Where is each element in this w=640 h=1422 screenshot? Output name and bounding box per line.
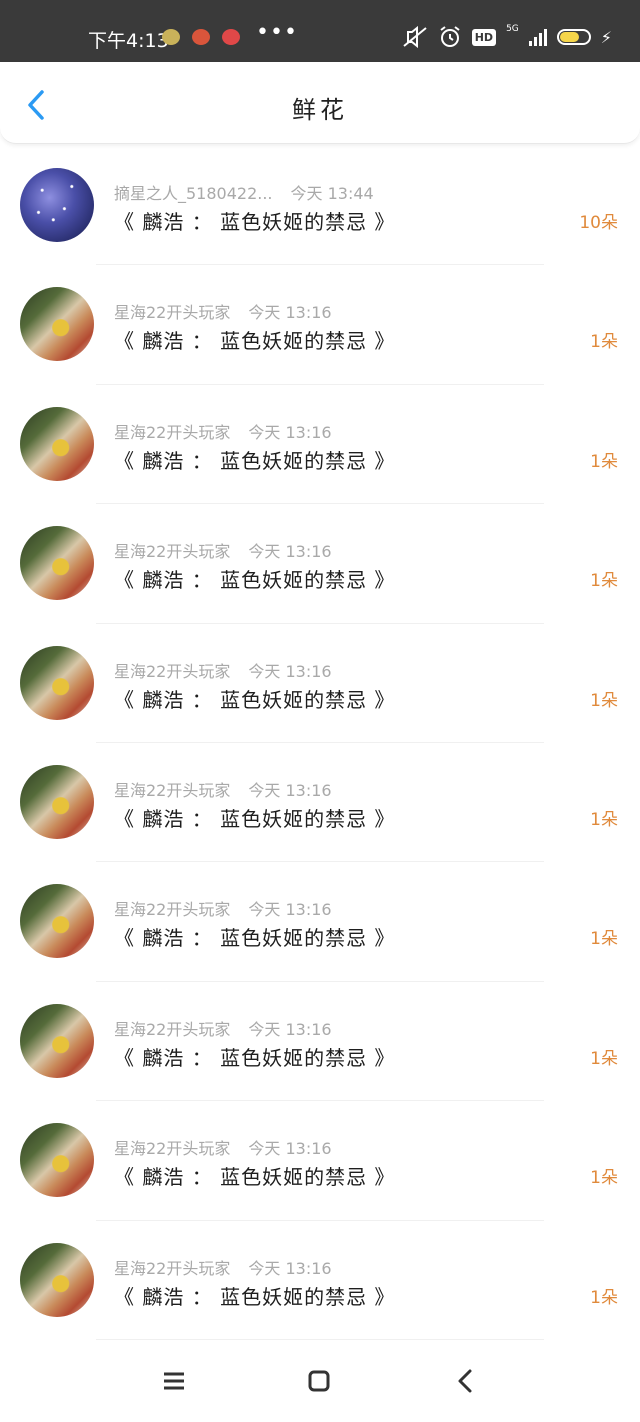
book-title: 《 麟浩 ： 蓝色妖姬的禁忌 》 [114,1165,396,1190]
battery-icon [556,29,591,45]
alarm-icon [440,26,460,47]
flower-count: 10朵 [579,213,618,233]
timestamp: 今天 13:16 [248,1258,332,1278]
hd-icon: HD [471,28,497,46]
username[interactable]: 摘星之人_5180422... [114,184,273,203]
avatar[interactable] [20,1242,94,1317]
list-item[interactable]: 摘星之人_5180422... 今天 13:44 《 麟浩 ： 蓝色妖姬的禁忌 》… [0,146,640,266]
network-label: 5G [506,24,519,34]
book-title: 《 麟浩 ： 蓝色妖姬的禁忌 》 [114,687,396,712]
item-meta: 星海22开头玩家 今天 13:16 [114,777,332,801]
flower-count: 1朵 [590,1168,618,1189]
username[interactable]: 星海22开头玩家 [114,303,230,322]
flower-count: 1朵 [590,690,618,711]
item-meta: 星海22开头玩家 今天 13:16 [114,419,332,443]
back-icon[interactable] [452,1368,480,1394]
avatar[interactable] [20,168,94,242]
timestamp: 今天 13:16 [248,1139,332,1159]
mute-icon [403,26,427,48]
list-item[interactable]: 星海22开头玩家 今天 13:16 《 麟浩 ： 蓝色妖姬的禁忌 》 1朵 [0,624,640,743]
timestamp: 今天 13:16 [248,542,332,562]
flower-count: 1朵 [590,571,618,592]
avatar[interactable] [20,645,94,720]
avatar[interactable] [20,764,94,839]
app-notification-icon [162,29,180,45]
book-title: 《 麟浩 ： 蓝色妖姬的禁忌 》 [114,448,396,473]
more-notifications-icon: ••• [256,20,298,45]
username[interactable]: 星海22开头玩家 [114,1139,230,1158]
notification-icons [162,29,240,45]
username[interactable]: 星海22开头玩家 [114,542,230,561]
flower-count: 1朵 [590,332,618,353]
list-item[interactable]: 星海22开头玩家 今天 13:16 《 麟浩 ： 蓝色妖姬的禁忌 》 1朵 [0,1101,640,1221]
status-indicators: HD 5G ⚡ [402,24,612,49]
flower-count: 1朵 [590,451,618,472]
timestamp: 今天 13:16 [248,900,332,920]
app-notification-icon [222,29,240,45]
app-notification-icon [192,29,210,45]
book-title: 《 麟浩 ： 蓝色妖姬的禁忌 》 [114,1045,396,1070]
status-bar: 下午4:13 ••• HD 5G ⚡ [0,0,640,62]
flower-count: 1朵 [590,1287,618,1308]
avatar[interactable] [20,1123,94,1198]
timestamp: 今天 13:16 [248,780,332,800]
system-navbar [0,1340,640,1422]
avatar[interactable] [20,526,94,601]
username[interactable]: 星海22开头玩家 [114,423,230,442]
list-item[interactable]: 星海22开头玩家 今天 13:16 《 麟浩 ： 蓝色妖姬的禁忌 》 1朵 [0,504,640,624]
item-meta: 星海22开头玩家 今天 13:16 [114,1016,332,1040]
book-title: 《 麟浩 ： 蓝色妖姬的禁忌 》 [114,1284,396,1309]
header: 鲜花 [0,62,640,144]
page-title: 鲜花 [292,96,348,124]
item-meta: 星海22开头玩家 今天 13:16 [114,299,332,323]
item-meta: 星海22开头玩家 今天 13:16 [114,538,332,562]
status-time: 下午4:13 [88,30,169,52]
menu-icon[interactable] [160,1368,188,1394]
list-item[interactable]: 星海22开头玩家 今天 13:16 《 麟浩 ： 蓝色妖姬的禁忌 》 1朵 [0,862,640,982]
username[interactable]: 星海22开头玩家 [114,900,230,919]
book-title: 《 麟浩 ： 蓝色妖姬的禁忌 》 [114,329,396,354]
list-item[interactable]: 星海22开头玩家 今天 13:16 《 麟浩 ： 蓝色妖姬的禁忌 》 1朵 [0,1221,640,1340]
list-item[interactable]: 星海22开头玩家 今天 13:16 《 麟浩 ： 蓝色妖姬的禁忌 》 1朵 [0,743,640,863]
avatar[interactable] [20,287,94,362]
avatar[interactable] [20,884,94,959]
avatar[interactable] [20,1003,94,1078]
charging-icon: ⚡ [600,27,612,47]
avatar[interactable] [20,406,94,481]
username[interactable]: 星海22开头玩家 [114,1259,230,1278]
item-meta: 星海22开头玩家 今天 13:16 [114,896,332,920]
list-item[interactable]: 星海22开头玩家 今天 13:16 《 麟浩 ： 蓝色妖姬的禁忌 》 1朵 [0,385,640,505]
username[interactable]: 星海22开头玩家 [114,662,230,681]
item-meta: 星海22开头玩家 今天 13:16 [114,1135,332,1159]
item-meta: 星海22开头玩家 今天 13:16 [114,1255,332,1279]
flower-count: 1朵 [590,929,618,950]
flower-list: 摘星之人_5180422... 今天 13:44 《 麟浩 ： 蓝色妖姬的禁忌 》… [0,146,640,1340]
timestamp: 今天 13:16 [248,661,332,681]
book-title: 《 麟浩 ： 蓝色妖姬的禁忌 》 [114,926,396,951]
flower-count: 1朵 [590,1048,618,1069]
list-item[interactable]: 星海22开头玩家 今天 13:16 《 麟浩 ： 蓝色妖姬的禁忌 》 1朵 [0,982,640,1102]
timestamp: 今天 13:16 [248,422,332,442]
username[interactable]: 星海22开头玩家 [114,1020,230,1039]
signal-icon [528,28,547,46]
timestamp: 今天 13:44 [290,184,374,203]
list-item[interactable]: 星海22开头玩家 今天 13:16 《 麟浩 ： 蓝色妖姬的禁忌 》 1朵 [0,265,640,385]
timestamp: 今天 13:16 [248,1019,332,1039]
item-meta: 星海22开头玩家 今天 13:16 [114,658,332,682]
book-title: 《 麟浩 ： 蓝色妖姬的禁忌 》 [114,568,396,593]
book-title: 《 麟浩 ： 蓝色妖姬的禁忌 》 [114,210,396,234]
flower-count: 1朵 [590,809,618,830]
book-title: 《 麟浩 ： 蓝色妖姬的禁忌 》 [114,806,396,831]
timestamp: 今天 13:16 [248,303,332,323]
home-icon[interactable] [305,1368,333,1394]
username[interactable]: 星海22开头玩家 [114,781,230,800]
item-meta: 摘星之人_5180422... 今天 13:44 [114,180,374,204]
